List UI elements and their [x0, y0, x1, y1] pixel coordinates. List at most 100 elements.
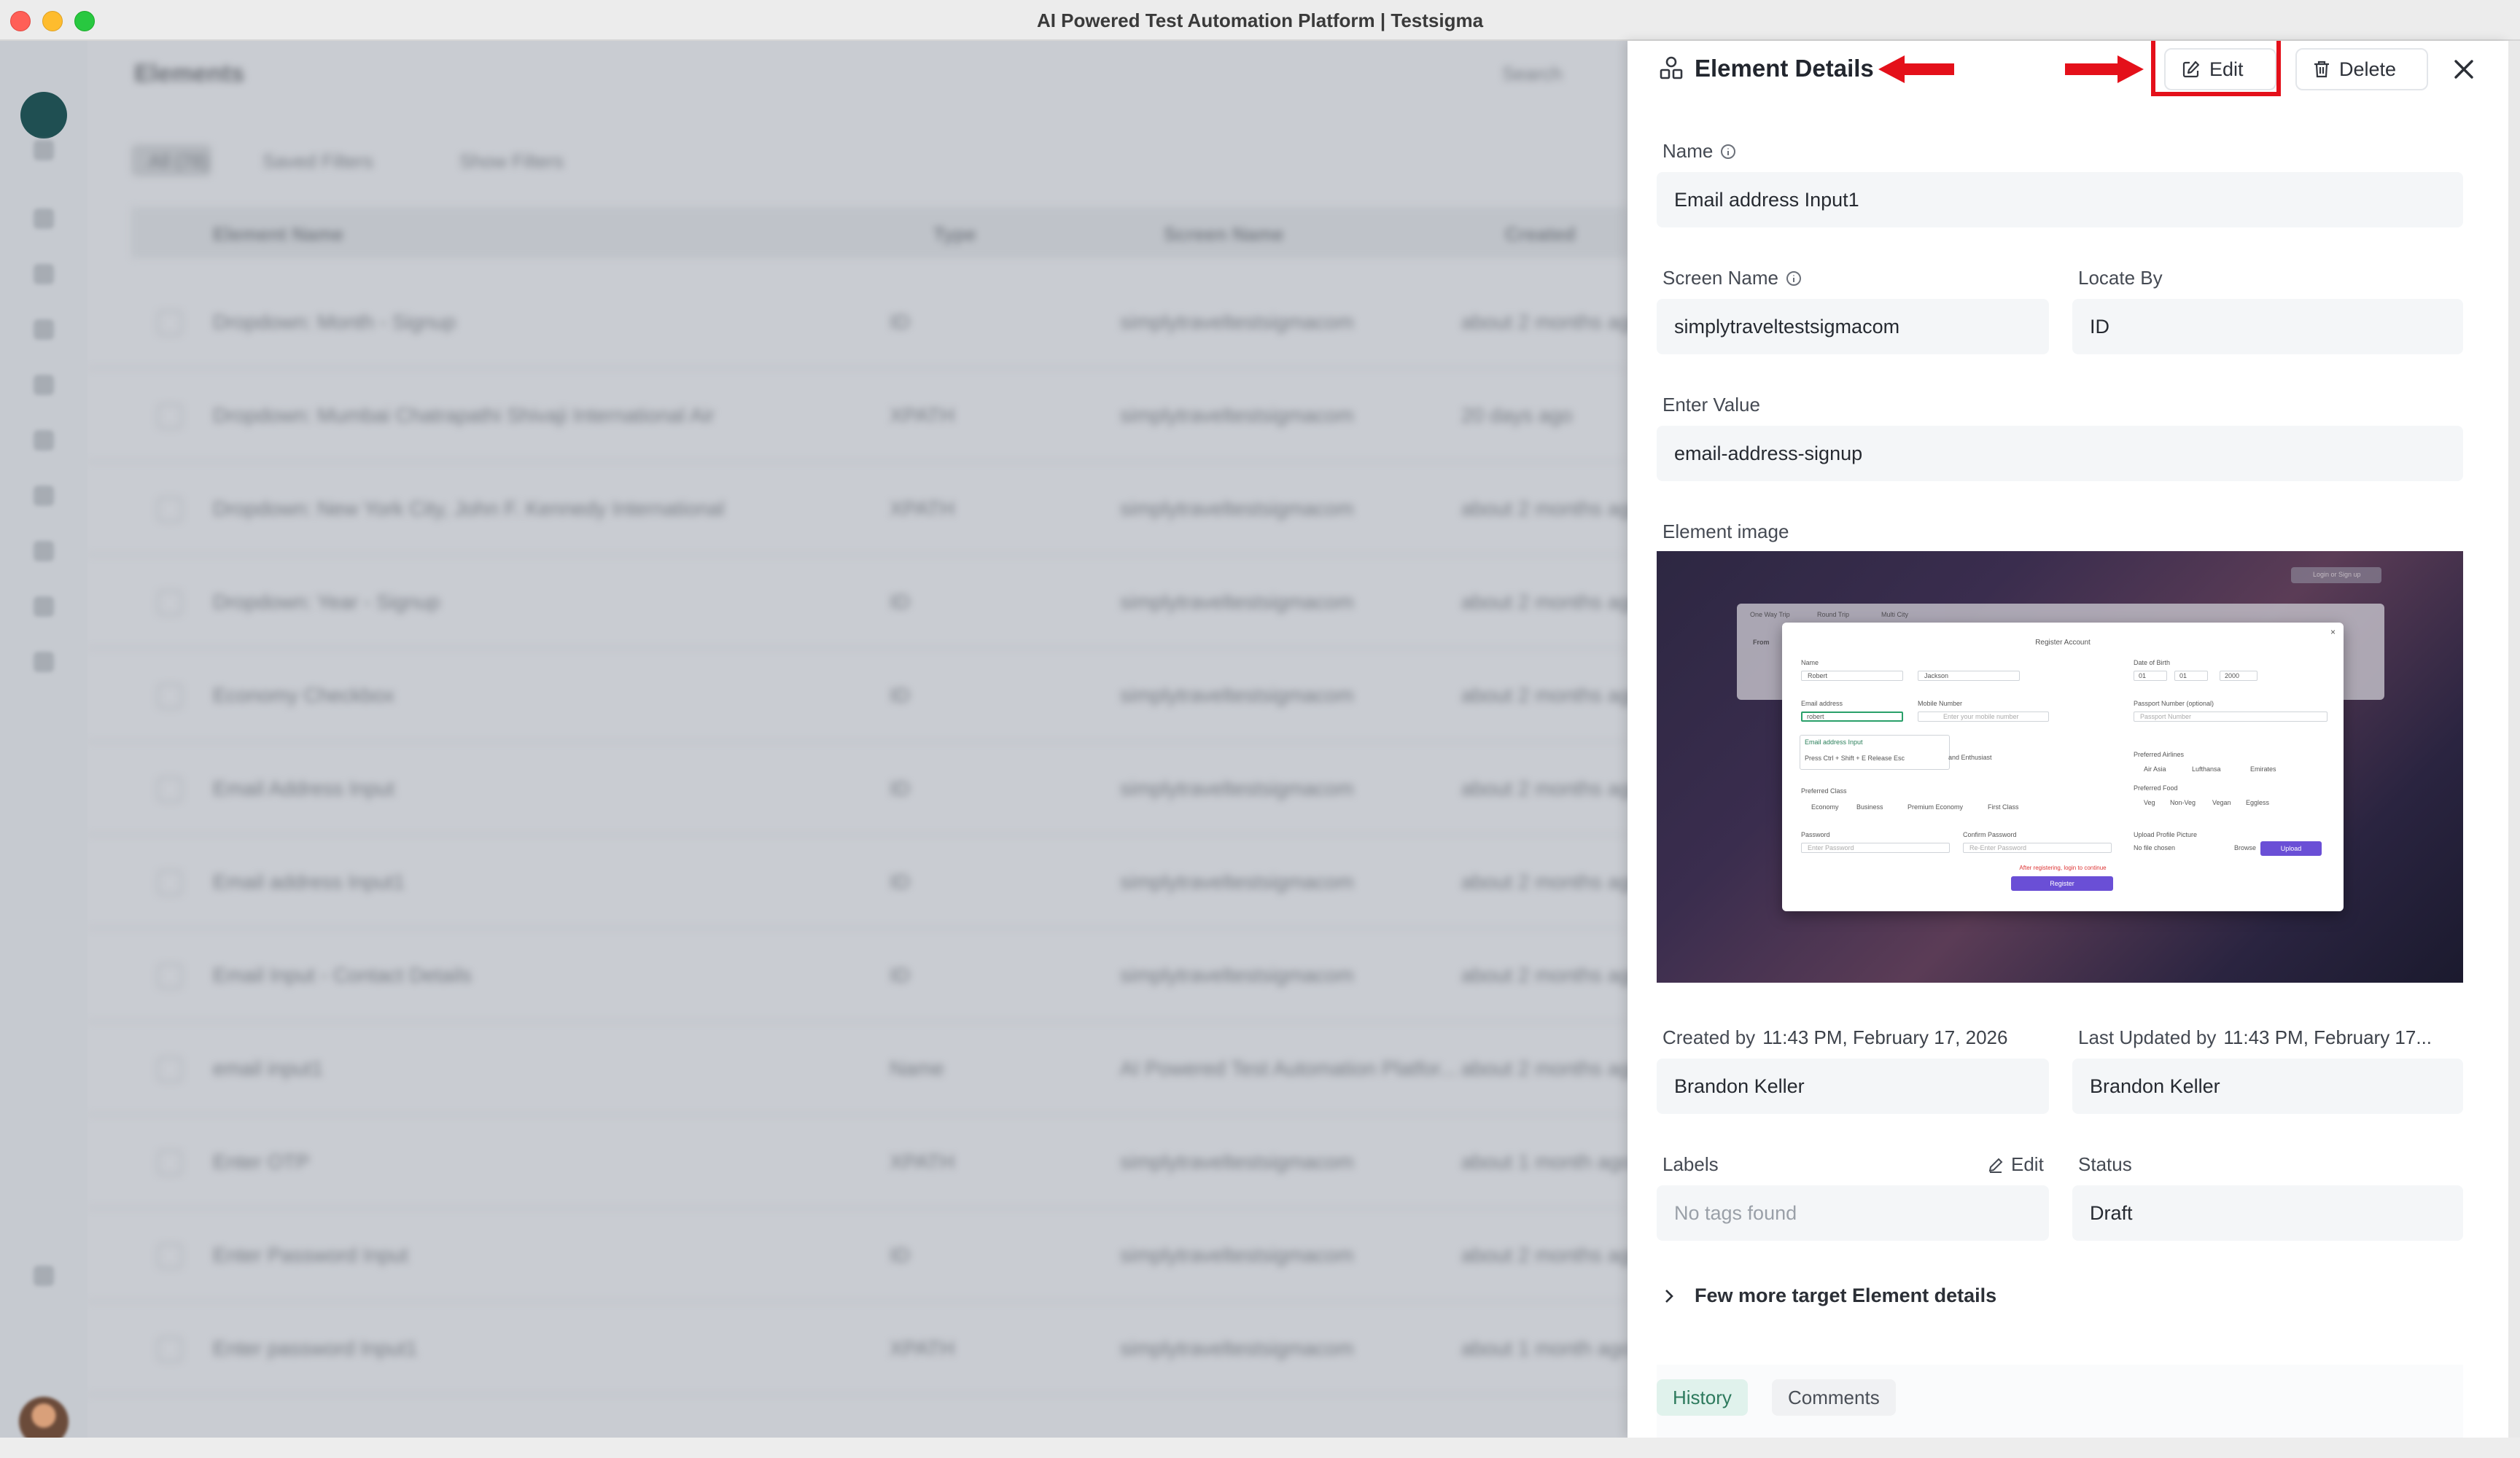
row-checkbox[interactable]	[158, 870, 182, 895]
table-cell: Email Address Input	[213, 777, 395, 800]
runs-icon[interactable]	[34, 486, 54, 506]
column-header[interactable]: Type	[933, 223, 976, 246]
labels-edit-link[interactable]: Edit	[1988, 1153, 2044, 1176]
table-cell: Economy Checkbox	[213, 684, 395, 706]
table-row[interactable]: Email Input - Contact Details ID simplytra…	[88, 927, 1628, 1022]
info-icon[interactable]	[1720, 144, 1736, 160]
table-row[interactable]: Dropdown: Month - Signup ID simplytravelte…	[88, 274, 1628, 369]
test-cases-icon[interactable]	[34, 319, 54, 340]
table-cell: simplytraveltestsigmacom	[1120, 404, 1354, 426]
test-data-icon[interactable]	[34, 430, 54, 451]
table-cell: ID	[890, 590, 910, 613]
row-checkbox[interactable]	[158, 1150, 182, 1175]
row-checkbox[interactable]	[158, 684, 182, 709]
panel-scrollbar[interactable]	[2508, 41, 2520, 1438]
info-icon[interactable]	[1786, 270, 1802, 286]
table-cell: 20 days ago	[1461, 404, 1573, 426]
created-time: 11:43 PM, February 17, 2026	[1762, 1026, 2008, 1048]
more-details-toggle[interactable]: Few more target Element details	[1662, 1284, 1996, 1307]
row-checkbox[interactable]	[158, 1057, 182, 1082]
search-button[interactable]: Search	[1502, 63, 1562, 85]
delete-button[interactable]: Delete	[2295, 48, 2428, 90]
table-cell: email input1	[213, 1057, 323, 1080]
table-header: Element Name Type Screen Name Created	[131, 207, 1628, 258]
table-cell: ID	[890, 684, 910, 706]
elements-list-background: Elements Search All (78) Saved Filters S…	[88, 41, 1628, 1458]
table-cell: about 2 months ago	[1461, 684, 1628, 706]
left-arrow-annotation-icon	[1878, 55, 1954, 83]
settings-icon[interactable]	[34, 596, 54, 617]
tab-comments[interactable]: Comments	[1772, 1379, 1896, 1416]
close-icon[interactable]	[2447, 52, 2481, 86]
element-shapes-icon	[1660, 56, 1683, 79]
home-icon[interactable]	[34, 140, 54, 160]
panel-title: Element Details	[1695, 55, 1874, 82]
table-row[interactable]: Dropdown: Mumbai Chatrapathi Shivaji Int…	[88, 367, 1628, 462]
table-cell: AI Powered Test Automation Platfor...	[1120, 1057, 1457, 1080]
labels-field: No tags found	[1657, 1185, 2049, 1241]
table-row[interactable]: Dropdown: New York City, John F. Kennedy…	[88, 461, 1628, 555]
table-row[interactable]: Enter password Input1 XPATH simplytravelte…	[88, 1301, 1628, 1395]
table-cell: Email address Input1	[213, 870, 405, 893]
created-by-label: Created by 11:43 PM, February 17, 2026	[1662, 1026, 2007, 1049]
row-checkbox[interactable]	[158, 404, 182, 429]
row-checkbox[interactable]	[158, 311, 182, 335]
created-by-label-text: Created by	[1662, 1026, 1756, 1048]
reports-icon[interactable]	[34, 541, 54, 561]
row-checkbox[interactable]	[158, 777, 182, 802]
table-cell: simplytraveltestsigmacom	[1120, 684, 1354, 706]
column-header[interactable]: Element Name	[213, 223, 343, 246]
window-title: AI Powered Test Automation Platform | Te…	[1036, 9, 1484, 31]
element-details-panel: Element Details Edit Delete Name Email a…	[1628, 41, 2508, 1438]
app-logo[interactable]	[20, 92, 67, 139]
table-row[interactable]: Email address Input1 ID simplytraveltestsi…	[88, 834, 1628, 929]
table-cell: about 2 months ago	[1461, 1244, 1628, 1266]
updated-by-label: Last Updated by 11:43 PM, February 17...	[2078, 1026, 2472, 1049]
ai-agent-icon[interactable]	[34, 264, 54, 284]
table-cell: XPATH	[890, 404, 955, 426]
delete-button-label: Delete	[2339, 58, 2397, 80]
table-cell: simplytraveltestsigmacom	[1120, 1244, 1354, 1266]
table-cell: simplytraveltestsigmacom	[1120, 964, 1354, 986]
table-cell: simplytraveltestsigmacom	[1120, 590, 1354, 613]
screen-name-label: Screen Name	[1662, 267, 1802, 289]
elements-icon[interactable]	[34, 375, 54, 395]
tab-history[interactable]: History	[1657, 1379, 1748, 1416]
show-filters-button[interactable]: Show Filters	[459, 150, 564, 173]
table-cell: simplytraveltestsigmacom	[1120, 870, 1354, 893]
preview-login-button: Login or Sign up	[2291, 567, 2381, 583]
updated-by-field: Brandon Keller	[2072, 1059, 2463, 1114]
trash-icon	[2314, 61, 2329, 78]
table-row[interactable]: Economy Checkbox ID simplytraveltestsigmac…	[88, 647, 1628, 742]
table-cell: simplytraveltestsigmacom	[1120, 777, 1354, 800]
saved-filters-dropdown[interactable]: Saved Filters	[262, 150, 373, 173]
integrations-icon[interactable]	[34, 652, 54, 672]
column-header[interactable]: Created	[1505, 223, 1576, 246]
locate-by-label: Locate By	[2078, 267, 2163, 289]
table-row[interactable]: email input1 Name AI Powered Test Automati…	[88, 1021, 1628, 1115]
created-by-field: Brandon Keller	[1657, 1059, 2049, 1114]
table-row[interactable]: Email Address Input ID simplytraveltestsig…	[88, 741, 1628, 835]
table-cell: about 2 months ago	[1461, 311, 1628, 333]
row-checkbox[interactable]	[158, 590, 182, 615]
column-header[interactable]: Screen Name	[1164, 223, 1284, 246]
row-checkbox[interactable]	[158, 1337, 182, 1362]
row-checkbox[interactable]	[158, 964, 182, 989]
table-row[interactable]: Dropdown: Year - Signup ID simplytraveltes…	[88, 554, 1628, 649]
table-row[interactable]: Enter OTP XPATH simplytraveltestsigmacom ab…	[88, 1114, 1628, 1209]
row-checkbox[interactable]	[158, 1244, 182, 1268]
name-field: Email address Input1	[1657, 172, 2463, 227]
window-titlebar: AI Powered Test Automation Platform | Te…	[0, 0, 2520, 41]
element-screenshot[interactable]: Login or Sign up One Way Trip Round Trip…	[1657, 551, 2463, 983]
screen-name-field: simplytraveltestsigmacom	[1657, 299, 2049, 354]
dashboard-icon[interactable]	[34, 208, 54, 229]
help-icon[interactable]	[34, 1266, 54, 1286]
table-cell: XPATH	[890, 497, 955, 520]
page-title: Elements	[134, 60, 245, 87]
edit-button-highlight	[2151, 41, 2281, 96]
enter-value-field: email-address-signup	[1657, 426, 2463, 481]
app-sidebar	[0, 41, 88, 1458]
table-cell: ID	[890, 311, 910, 333]
row-checkbox[interactable]	[158, 497, 182, 522]
table-row[interactable]: Enter Password Input ID simplytraveltestsi…	[88, 1207, 1628, 1302]
